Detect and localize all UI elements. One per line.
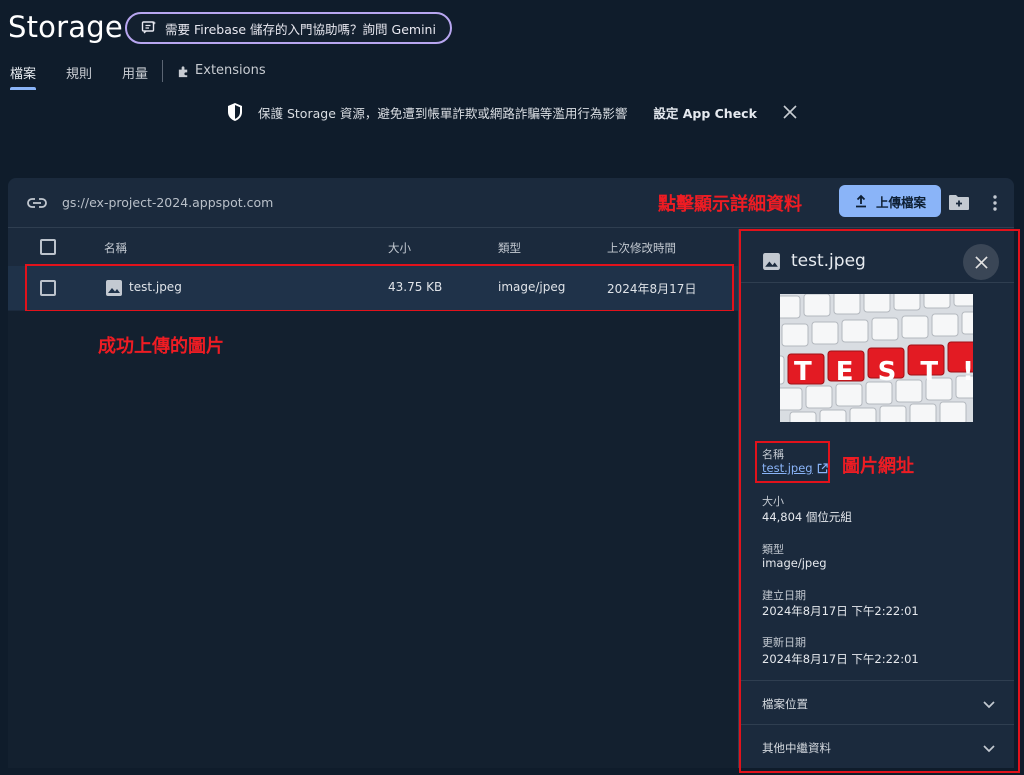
gemini-help-button[interactable]: 需要 Firebase 儲存的入門協助嗎？詢問 Gemini xyxy=(125,12,452,44)
annotation-uploaded: 成功上傳的圖片 xyxy=(98,336,224,357)
gemini-chat-icon xyxy=(141,21,156,34)
column-type[interactable]: 類型 xyxy=(498,240,521,256)
shield-icon xyxy=(228,103,242,121)
table-header: 名稱 大小 類型 上次修改時間 xyxy=(8,229,738,265)
tab-rules[interactable]: 規則 xyxy=(66,58,92,90)
annotation-row-highlight xyxy=(25,264,734,312)
more-vert-icon[interactable] xyxy=(988,194,1002,212)
tab-extensions-label: Extensions xyxy=(195,63,266,78)
tab-usage[interactable]: 用量 xyxy=(122,58,148,90)
annotation-click-detail: 點擊顯示詳細資料 xyxy=(658,194,802,215)
app-check-banner: 保護 Storage 資源，避免遭到帳單詐欺或網路詐騙等濫用行為影響 設定 Ap… xyxy=(226,100,797,124)
add-folder-icon[interactable] xyxy=(948,193,970,211)
column-name[interactable]: 名稱 xyxy=(104,240,127,256)
column-size[interactable]: 大小 xyxy=(388,240,411,256)
extensions-icon xyxy=(178,66,188,78)
page-title: Storage xyxy=(8,10,123,44)
column-modified[interactable]: 上次修改時間 xyxy=(607,240,676,256)
tab-bar: 檔案 規則 用量 Extensions xyxy=(0,58,266,90)
app-check-link[interactable]: 設定 App Check xyxy=(653,103,757,122)
upload-file-button[interactable]: 上傳檔案 xyxy=(839,185,941,217)
table-empty-area xyxy=(8,311,738,768)
gemini-help-label: 需要 Firebase 儲存的入門協助嗎？詢問 Gemini xyxy=(165,21,436,37)
tab-files[interactable]: 檔案 xyxy=(10,58,37,90)
banner-message: 保護 Storage 資源，避免遭到帳單詐欺或網路詐騙等濫用行為影響 xyxy=(258,105,628,121)
upload-icon xyxy=(855,194,866,208)
bucket-path: gs://ex-project-2024.appspot.com xyxy=(62,195,274,210)
upload-file-label: 上傳檔案 xyxy=(875,194,926,210)
tab-divider xyxy=(162,60,164,82)
annotation-panel-highlight xyxy=(739,229,1020,773)
link-icon[interactable] xyxy=(27,195,47,211)
tab-extensions[interactable]: Extensions xyxy=(177,58,266,90)
select-all-checkbox[interactable] xyxy=(40,239,56,255)
close-icon[interactable] xyxy=(783,105,797,119)
